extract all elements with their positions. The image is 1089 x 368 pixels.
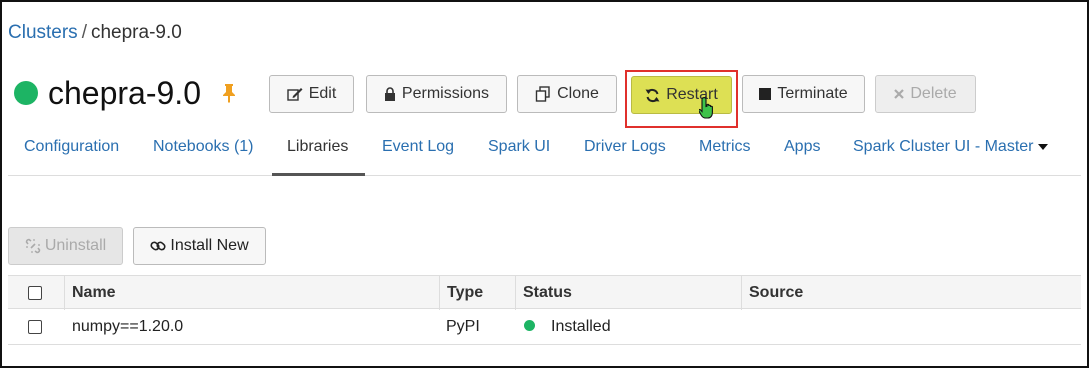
- uninstall-button-label: Uninstall: [44, 237, 107, 254]
- clone-icon: [535, 86, 550, 102]
- library-type: PyPI: [446, 318, 480, 335]
- tab-apps[interactable]: Apps: [784, 138, 820, 156]
- pin-icon[interactable]: [221, 83, 237, 103]
- tab-spark-ui[interactable]: Spark UI: [488, 138, 550, 156]
- window-frame: Clusters / chepra-9.0 chepra-9.0 Edit Perm…: [0, 0, 1089, 368]
- libraries-table-header: Name Type Status Source: [8, 275, 1081, 310]
- edit-icon: [287, 88, 303, 101]
- active-tab-underline: [272, 173, 365, 176]
- breadcrumb: Clusters / chepra-9.0: [8, 22, 182, 44]
- cluster-name: chepra-9.0: [48, 74, 201, 111]
- hand-cursor-icon: [699, 96, 713, 119]
- stop-icon: [759, 88, 772, 100]
- tab-notebooks[interactable]: Notebooks (1): [153, 138, 254, 156]
- column-header-status[interactable]: Status: [515, 276, 741, 310]
- edit-button-label: Edit: [308, 85, 337, 102]
- refresh-icon: [645, 88, 660, 102]
- cluster-tabs: Configuration Notebooks (1) Libraries Ev…: [8, 130, 1081, 176]
- tab-spark-cluster-ui-master[interactable]: Spark Cluster UI - Master: [853, 138, 1049, 156]
- library-name: numpy==1.20.0: [72, 318, 184, 335]
- column-header-name[interactable]: Name: [64, 276, 439, 310]
- terminate-button[interactable]: Terminate: [742, 75, 865, 113]
- clone-button-label: Clone: [557, 85, 599, 102]
- tab-driver-logs[interactable]: Driver Logs: [584, 138, 666, 156]
- tab-spark-cluster-ui-label: Spark Cluster UI - Master: [853, 138, 1034, 155]
- status-dot-icon: [524, 320, 535, 332]
- library-status: Installed: [524, 309, 611, 345]
- delete-button-label: Delete: [910, 85, 957, 102]
- edit-button[interactable]: Edit: [269, 75, 354, 113]
- link-icon: [150, 241, 166, 251]
- lock-icon: [384, 87, 395, 101]
- unlink-icon: [25, 238, 41, 254]
- terminate-button-label: Terminate: [777, 85, 848, 102]
- delete-button[interactable]: Delete: [875, 75, 976, 113]
- table-row: numpy==1.20.0 PyPI Installed: [8, 309, 1081, 345]
- tab-configuration[interactable]: Configuration: [24, 138, 119, 156]
- library-status-label: Installed: [551, 318, 611, 335]
- cluster-status-dot: [14, 81, 38, 105]
- tab-libraries[interactable]: Libraries: [287, 138, 348, 156]
- column-header-source[interactable]: Source: [741, 276, 1085, 310]
- select-all-checkbox[interactable]: [28, 286, 42, 300]
- breadcrumb-current: chepra-9.0: [90, 22, 182, 43]
- breadcrumb-clusters-link[interactable]: Clusters: [8, 22, 78, 43]
- column-header-type[interactable]: Type: [439, 276, 515, 310]
- tab-event-log[interactable]: Event Log: [382, 138, 454, 156]
- caret-down-icon: [1038, 143, 1049, 150]
- restart-highlight-box: Restart: [625, 70, 738, 128]
- install-new-button[interactable]: Install New: [133, 227, 266, 265]
- permissions-button-label: Permissions: [401, 85, 490, 102]
- tab-metrics[interactable]: Metrics: [699, 138, 751, 156]
- breadcrumb-separator: /: [81, 22, 87, 43]
- install-new-button-label: Install New: [170, 237, 249, 254]
- clone-button[interactable]: Clone: [517, 75, 617, 113]
- uninstall-button[interactable]: Uninstall: [8, 227, 123, 265]
- permissions-button[interactable]: Permissions: [366, 75, 507, 113]
- libraries-table: Name Type Status Source numpy==1.20.0 Py…: [8, 275, 1081, 368]
- cluster-title-row: chepra-9.0: [14, 70, 237, 116]
- row-checkbox[interactable]: [28, 320, 42, 334]
- delete-x-icon: [894, 89, 905, 99]
